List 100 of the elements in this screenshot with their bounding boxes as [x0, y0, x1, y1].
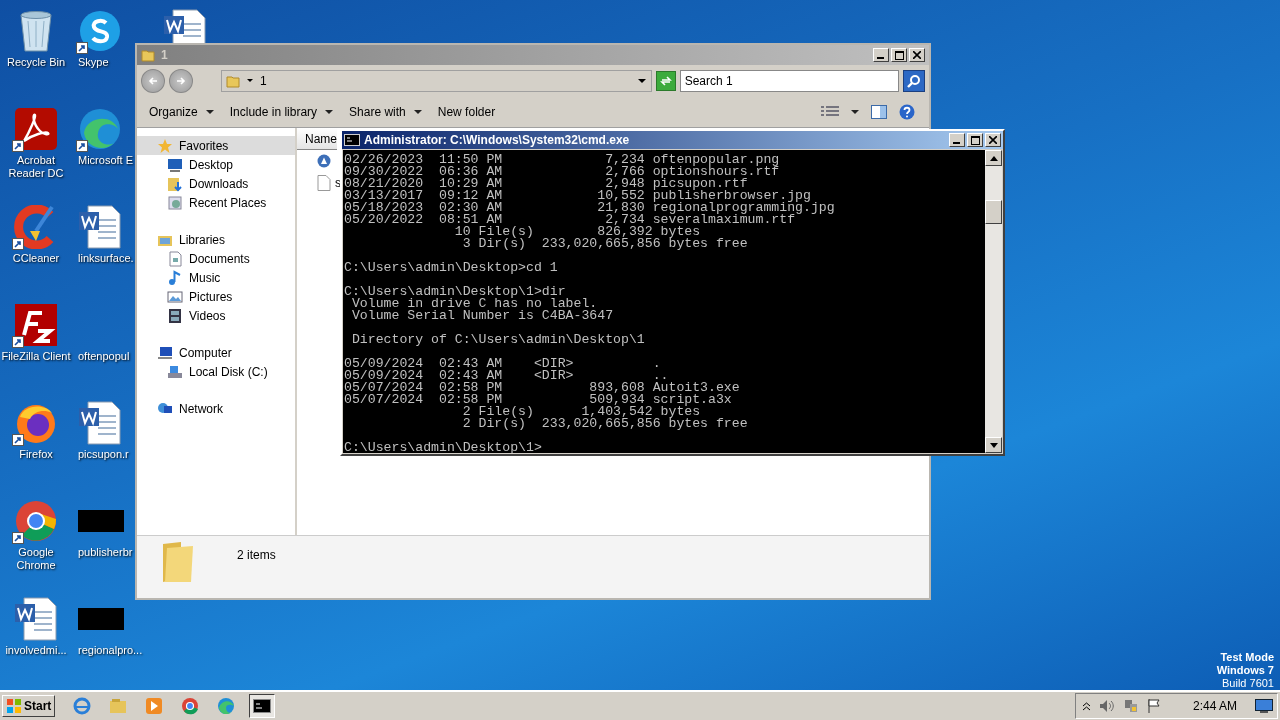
refresh-arrows-icon	[659, 75, 672, 87]
star-icon	[157, 137, 173, 154]
show-hidden-icons-button[interactable]	[1081, 701, 1091, 711]
window-title: Administrator: C:\Windows\System32\cmd.exe	[364, 133, 630, 147]
dropdown-arrow-icon[interactable]	[636, 78, 647, 84]
console-line: 03/13/2017 09:12 AM 10,552 publisherbrowser.jpg	[344, 190, 811, 202]
media-player-icon	[145, 697, 164, 715]
view-dropdown-button[interactable]	[849, 107, 861, 117]
console-line: 08/21/2020 10:29 AM 2,948 picsupon.rtf	[344, 178, 748, 190]
sidebar-item[interactable]: Recent Places	[137, 193, 295, 212]
sidebar-item[interactable]: Documents	[137, 249, 295, 268]
console-line: 02/26/2023 11:50 PM 7,234 oftenpopular.png	[344, 154, 781, 166]
search-button[interactable]	[903, 70, 925, 92]
taskbar-app-button[interactable]	[249, 694, 276, 718]
file-icon	[317, 175, 331, 191]
column-header[interactable]: Name	[297, 128, 337, 150]
chrome-icon[interactable]	[14, 499, 58, 543]
picture-icon	[167, 288, 183, 305]
image-thumbnail-icon[interactable]	[78, 510, 124, 532]
acrobat-icon[interactable]	[14, 107, 58, 151]
test-mode-text: Windows 7	[1216, 664, 1274, 677]
computer-icon	[157, 344, 173, 361]
desktop-icon-label[interactable]: FileZilla Client	[1, 350, 71, 363]
maximize-button[interactable]	[891, 48, 907, 62]
chrome-icon	[181, 697, 200, 715]
scroll-down-button[interactable]	[985, 437, 1002, 453]
caret-icon	[205, 109, 214, 115]
address-text: 1	[259, 74, 267, 88]
desktop-icon-label[interactable]: Microsoft E	[78, 154, 133, 167]
console-line: 05/18/2023 02:30 AM 21,830 regionalprogramming.jpg	[344, 202, 836, 214]
sidebar-item[interactable]: Local Disk (C:)	[137, 362, 295, 381]
monitor-icon	[167, 156, 183, 173]
ie-icon	[73, 697, 92, 715]
close-button[interactable]	[909, 48, 925, 62]
word-document-icon[interactable]	[14, 596, 58, 642]
toolbar-button[interactable]: Share with	[343, 102, 428, 122]
toolbar-button[interactable]: Include in library	[223, 102, 340, 122]
desktop-icon-label[interactable]: oftenpopul	[78, 350, 130, 363]
close-button[interactable]	[985, 133, 1001, 147]
network-icon[interactable]	[1122, 698, 1139, 714]
sidebar-item[interactable]: Pictures	[137, 287, 295, 306]
address-field[interactable]: 1	[220, 70, 652, 92]
desktop-icon-label[interactable]: publisherbr	[78, 546, 133, 559]
filezilla-icon[interactable]	[14, 303, 58, 347]
toolbar-button[interactable]: Organize	[143, 102, 220, 122]
sidebar-item[interactable]: Libraries	[137, 230, 295, 249]
forward-button[interactable]	[168, 69, 193, 93]
maximize-button[interactable]	[967, 133, 983, 147]
disk-icon	[167, 363, 183, 380]
console-line: Volume in drive C has no label.	[351, 298, 598, 310]
sidebar-item[interactable]: Videos	[137, 306, 295, 325]
desktop-icon-label[interactable]: involvedmi...	[5, 644, 67, 657]
sidebar-item[interactable]: Downloads	[137, 174, 295, 193]
sidebar-item[interactable]: Computer	[137, 343, 295, 362]
folder-icon	[141, 48, 155, 62]
console-line: 3 Dir(s) 233,020,665,856 bytes free	[461, 238, 749, 250]
back-button[interactable]	[141, 69, 165, 93]
desktop-icon-label[interactable]: picsupon.r	[78, 448, 129, 461]
caret-icon[interactable]	[245, 78, 254, 84]
show-desktop-icon[interactable]	[1255, 699, 1273, 713]
speaker-icon[interactable]	[1098, 699, 1115, 713]
minimize-button[interactable]	[949, 133, 965, 147]
console-line: Volume Serial Number is C4BA-3647	[350, 310, 615, 322]
window-title: 1	[161, 48, 168, 62]
skype-icon[interactable]	[78, 9, 122, 53]
edge-icon[interactable]	[78, 107, 122, 151]
toolbar-button[interactable]: New folder	[431, 102, 502, 122]
start-button[interactable]: Start	[2, 695, 56, 717]
image-thumbnail-icon[interactable]	[78, 608, 124, 630]
test-mode-text: Test Mode	[1220, 651, 1274, 664]
sidebar-item[interactable]: Favorites	[137, 136, 295, 155]
desktop-icon-label[interactable]: linksurface.	[78, 252, 134, 265]
sidebar-item[interactable]: Network	[137, 399, 295, 418]
desktop-icon-label[interactable]: CCleaner	[12, 252, 60, 265]
desktop-icon-label[interactable]: Acrobat Reader DC	[0, 154, 72, 180]
word-document-icon[interactable]	[163, 8, 207, 44]
desktop-icon-label[interactable]: Firefox	[19, 448, 53, 461]
search-icon	[907, 74, 921, 88]
caret-icon	[851, 109, 859, 115]
desktop-icon-label[interactable]: Recycle Bin	[6, 56, 66, 69]
search-field[interactable]: Search 1	[679, 70, 900, 92]
sidebar-item[interactable]: Music	[137, 268, 295, 287]
scroll-up-button[interactable]	[985, 150, 1002, 166]
desktop-icon-label[interactable]: Google Chrome	[0, 546, 72, 572]
scrollbar-thumb[interactable]	[985, 200, 1002, 224]
desktop-icon-label[interactable]: regionalpro...	[78, 644, 143, 657]
file-name[interactable]: s	[335, 176, 341, 190]
console-icon	[253, 697, 272, 715]
help-button[interactable]	[897, 102, 917, 122]
flag-icon[interactable]	[1146, 698, 1161, 714]
word-document-icon[interactable]	[78, 400, 122, 446]
autoit-file-icon	[317, 154, 331, 168]
document-icon	[167, 250, 183, 267]
refresh-button[interactable]	[655, 71, 676, 91]
close-icon	[989, 136, 997, 144]
minimize-button[interactable]	[873, 48, 889, 62]
preview-pane-button[interactable]	[869, 103, 889, 121]
sidebar-item[interactable]: Desktop	[137, 155, 295, 174]
word-document-icon[interactable]	[78, 204, 122, 250]
desktop-icon-label[interactable]: Skype	[78, 56, 109, 69]
